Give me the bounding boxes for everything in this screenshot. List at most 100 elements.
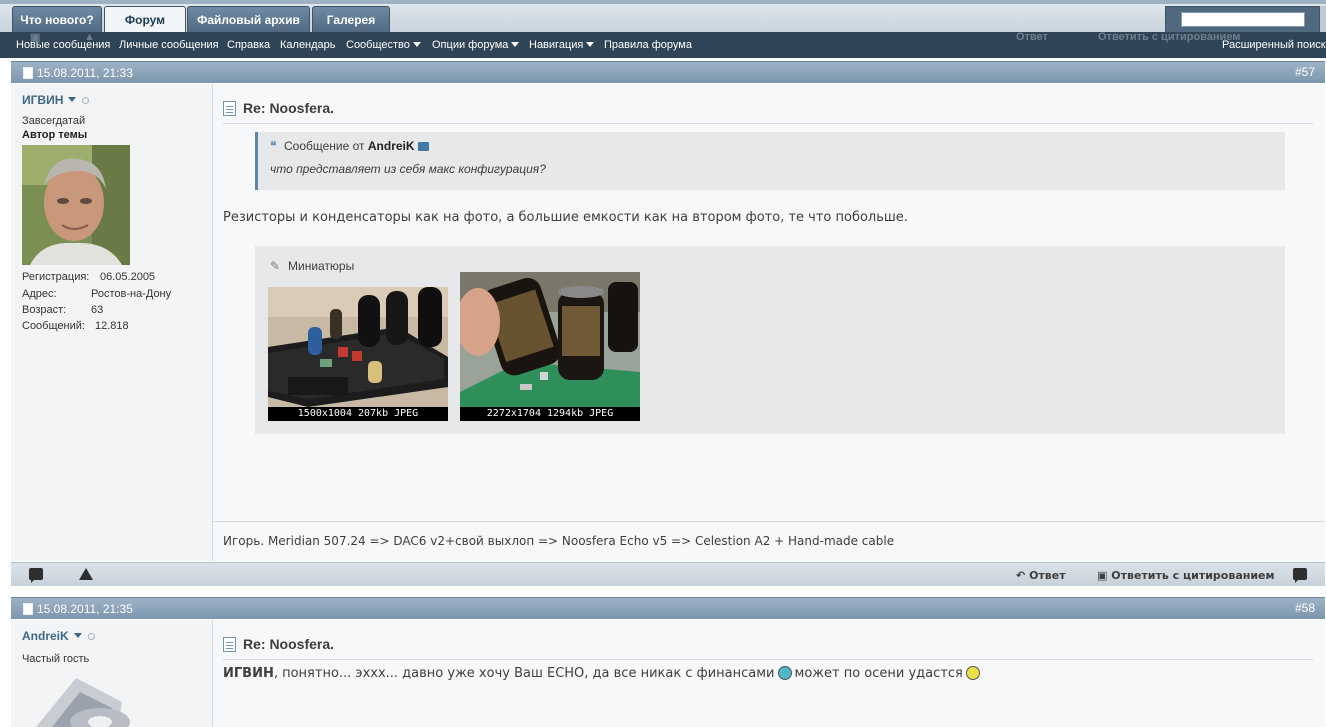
post-body: Re: Noosfera. ❝ Сообщение от AndreiK что … <box>213 84 1325 561</box>
tab-gallery[interactable]: Галерея <box>312 6 390 33</box>
quote-icon: ❝ <box>270 139 277 153</box>
chevron-down-icon <box>586 42 595 47</box>
post-userinfo: AndreiK Частый гость <box>11 620 213 727</box>
post-date: 15.08.2011, 21:35 <box>37 602 133 616</box>
author-rank: Автор темы <box>22 129 88 141</box>
circuit-board-image <box>268 287 448 421</box>
post-body: Re: Noosfera. ИГВИН, понятно... эххх... … <box>213 620 1325 727</box>
author-age-value: 63 <box>91 304 104 316</box>
smiley-icon <box>965 666 980 680</box>
capacitors-image <box>460 272 640 421</box>
attachments-label: Миниатюры <box>288 259 355 273</box>
attachment-thumbnail[interactable]: 2272x1704 1294kb JPEG <box>460 272 640 421</box>
forum-navbar: ▣ ▲ Ответ Ответить с цитированием Новые … <box>0 31 1326 58</box>
author-menu[interactable]: ИГВИН <box>22 93 90 107</box>
nav-navigation-label: Навигация <box>529 39 584 51</box>
attachment-thumbnail[interactable]: 1500x1004 207kb JPEG <box>268 287 448 421</box>
quote-author: AndreiK <box>367 139 415 153</box>
chevron-down-icon <box>73 633 82 638</box>
post-title-icon <box>223 637 236 652</box>
nav-new-posts[interactable]: Новые сообщения <box>16 39 110 51</box>
chevron-down-icon <box>511 42 520 47</box>
post-document-icon <box>23 67 33 79</box>
author-posts-value: 12.818 <box>95 320 129 332</box>
author-menu[interactable]: AndreiK <box>22 629 95 643</box>
post-userinfo: ИГВИН Завсегдатай Автор темы Регистрация… <box>11 84 213 561</box>
post-title: Re: Noosfera. <box>223 634 1313 660</box>
tab-file-archive[interactable]: Файловый архив <box>187 6 310 33</box>
quote-reply-button[interactable]: ▣ Ответить с цитированием <box>1097 569 1275 582</box>
mention-name: ИГВИН <box>223 666 274 681</box>
top-tab-bar: Что нового? Форум Файловый архив Галерея <box>0 0 1326 34</box>
nav-private-messages[interactable]: Личные сообщения <box>119 39 219 51</box>
avatar[interactable] <box>22 145 130 265</box>
avatar-image <box>22 145 130 265</box>
author-address-label: Адрес: <box>22 288 57 300</box>
quote-text: что представляет из себя макс конфигурац… <box>270 162 546 176</box>
quote-bubble-icon: ▣ <box>1097 569 1108 582</box>
post-message: ИГВИН, понятно... эххх... давно уже хочу… <box>223 666 983 681</box>
warning-icon[interactable] <box>79 568 93 580</box>
author-title: Завсегдатай <box>22 115 86 127</box>
report-icon[interactable] <box>29 568 43 583</box>
paperclip-icon: ✎ <box>270 259 281 273</box>
offline-status-icon <box>87 633 95 640</box>
search-button-edge[interactable] <box>1320 6 1326 34</box>
attachment-caption: 1500x1004 207kb JPEG <box>268 407 448 421</box>
attachments-block: ✎ Миниатюры 1500x1004 207kb JPEG 2272x17… <box>255 246 1285 434</box>
nav-help[interactable]: Справка <box>227 39 270 51</box>
author-address-value: Ростов-на-Дону <box>91 288 172 300</box>
nav-forum-options-label: Опции форума <box>432 39 509 51</box>
reply-label: Ответ <box>1029 569 1066 582</box>
nav-community-label: Сообщество <box>346 39 410 51</box>
post-header: 15.08.2011, 21:33 #57 <box>11 61 1325 83</box>
nav-advanced-search[interactable]: Расширенный поиск <box>1222 39 1326 51</box>
search-box <box>1165 6 1320 34</box>
offline-status-icon <box>82 97 90 104</box>
post-message-part1: , понятно... эххх... давно уже хочу Ваш … <box>273 666 775 681</box>
post-title-text: Re: Noosfera. <box>243 636 335 652</box>
avatar-image <box>22 672 132 727</box>
author-reg-value: 06.05.2005 <box>100 271 156 283</box>
post-title: Re: Noosfera. <box>223 98 1313 124</box>
tab-forum[interactable]: Форум <box>104 6 186 33</box>
attachment-caption: 2272x1704 1294kb JPEG <box>460 407 640 421</box>
post-signature: Игорь. Meridian 507.24 => DAC6 v2+свой в… <box>223 534 895 548</box>
quote-prefix: Сообщение от <box>284 139 365 153</box>
author-title: Частый гость <box>22 653 90 665</box>
quote-block: ❝ Сообщение от AndreiK что представляет и… <box>255 132 1285 190</box>
post-header: 15.08.2011, 21:35 #58 <box>11 597 1325 619</box>
author-name[interactable]: ИГВИН <box>22 93 63 107</box>
ghost-quote-reply: Ответить с цитированием <box>1098 31 1241 43</box>
post-number-link[interactable]: #58 <box>1295 601 1315 615</box>
view-post-icon[interactable] <box>417 142 429 151</box>
reply-arrow-icon: ↶ <box>1016 569 1026 582</box>
post-title-text: Re: Noosfera. <box>243 100 335 116</box>
post-actions-bar: ↶ Ответ ▣ Ответить с цитированием <box>11 562 1325 586</box>
reply-button[interactable]: ↶ Ответ <box>1016 569 1066 582</box>
nav-navigation[interactable]: Навигация <box>529 39 595 51</box>
quote-reply-label: Ответить с цитированием <box>1111 569 1275 582</box>
author-age-label: Возраст: <box>22 304 67 316</box>
multi-quote-icon[interactable] <box>1293 568 1307 583</box>
quote-header: ❝ Сообщение от AndreiK <box>270 139 429 153</box>
author-reg-label: Регистрация: <box>22 271 90 283</box>
signature-divider <box>213 521 1325 522</box>
post-message: Резисторы и конденсаторы как на фото, а … <box>223 210 908 225</box>
post-document-icon <box>23 603 33 615</box>
nav-community[interactable]: Сообщество <box>346 39 421 51</box>
ghost-reply: Ответ <box>1016 31 1048 43</box>
nav-forum-rules[interactable]: Правила форума <box>604 39 692 51</box>
post-message-part2: может по осени удастся <box>794 666 963 681</box>
post-date: 15.08.2011, 21:33 <box>37 66 133 80</box>
author-posts-label: Сообщений: <box>22 320 85 332</box>
tab-whats-new[interactable]: Что нового? <box>12 6 102 33</box>
nav-calendar[interactable]: Календарь <box>280 39 336 51</box>
sad-smiley-icon <box>777 666 792 680</box>
author-name[interactable]: AndreiK <box>22 629 69 643</box>
nav-forum-options[interactable]: Опции форума <box>432 39 520 51</box>
chevron-down-icon <box>412 42 421 47</box>
search-input[interactable] <box>1181 12 1305 27</box>
post-number-link[interactable]: #57 <box>1295 65 1315 79</box>
avatar[interactable] <box>22 672 132 727</box>
